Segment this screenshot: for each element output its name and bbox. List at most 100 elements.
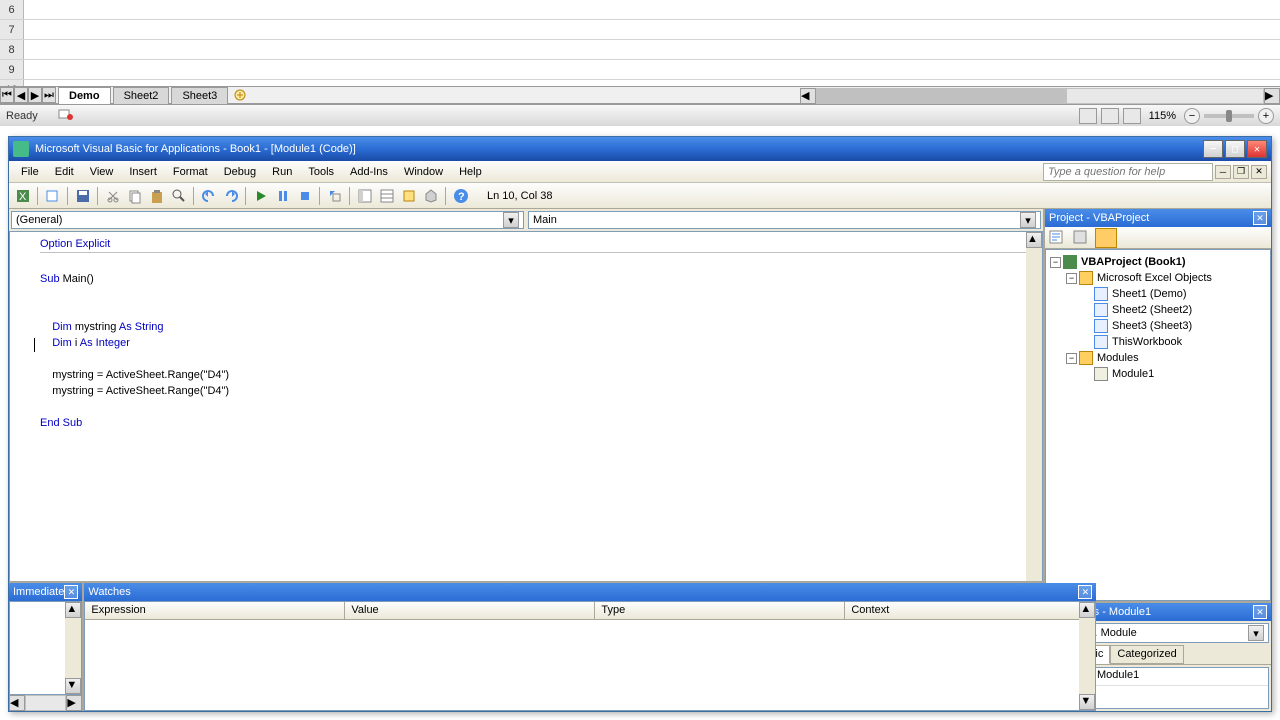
watches-column-header[interactable]: Expression (85, 602, 345, 619)
watches-vertical-scrollbar[interactable]: ▲▼ (1079, 602, 1095, 710)
redo-button[interactable] (221, 186, 241, 206)
maximize-button[interactable]: □ (1225, 140, 1245, 158)
menu-window[interactable]: Window (396, 163, 451, 181)
paste-button[interactable] (147, 186, 167, 206)
project-header[interactable]: Project - VBAProject ✕ (1045, 209, 1271, 227)
copy-button[interactable] (125, 186, 145, 206)
watches-close-button[interactable]: ✕ (1078, 585, 1092, 599)
watches-column-header[interactable]: Type (595, 602, 845, 619)
tree-collapse-icon[interactable]: − (1066, 353, 1077, 364)
help-search-input[interactable] (1043, 163, 1213, 181)
sheet-icon (1094, 303, 1108, 317)
menu-view[interactable]: View (82, 163, 122, 181)
tab-prev-button[interactable]: ◀ (14, 87, 28, 103)
toolbox-button[interactable] (421, 186, 441, 206)
mdi-restore-button[interactable]: ❐ (1233, 165, 1249, 179)
close-button[interactable]: ✕ (1247, 140, 1267, 158)
save-button[interactable] (73, 186, 93, 206)
tab-first-button[interactable]: ⏮ (0, 87, 14, 103)
row-header[interactable]: 9 (0, 60, 24, 79)
view-code-button[interactable] (1047, 228, 1069, 248)
tree-modules[interactable]: Modules (1095, 352, 1141, 364)
project-tree[interactable]: − VBAProject (Book1) − Microsoft Excel O… (1045, 249, 1271, 601)
object-dropdown[interactable]: (General) ▾ (11, 211, 524, 229)
menu-debug[interactable]: Debug (216, 163, 264, 181)
run-button[interactable] (251, 186, 271, 206)
menu-format[interactable]: Format (165, 163, 216, 181)
menu-insert[interactable]: Insert (121, 163, 165, 181)
zoom-percent[interactable]: 115% (1149, 110, 1176, 122)
view-layout-button[interactable] (1101, 108, 1119, 124)
watches-body[interactable]: ExpressionValueTypeContext ▲▼ (84, 601, 1096, 711)
undo-button[interactable] (199, 186, 219, 206)
immediate-header[interactable]: Immediate ✕ (9, 583, 82, 601)
cut-button[interactable] (103, 186, 123, 206)
properties-button[interactable] (377, 186, 397, 206)
watches-header[interactable]: Watches ✕ (84, 583, 1096, 601)
project-explorer-button[interactable] (355, 186, 375, 206)
tab-last-button[interactable]: ⏭ (42, 87, 56, 103)
immediate-vertical-scrollbar[interactable]: ▲▼ (65, 602, 81, 694)
tree-item[interactable]: Sheet2 (Sheet2) (1110, 304, 1194, 316)
view-object-button[interactable] (1071, 228, 1093, 248)
toggle-folders-button[interactable] (1095, 228, 1117, 248)
view-normal-button[interactable] (1079, 108, 1097, 124)
help-button[interactable]: ? (451, 186, 471, 206)
zoom-in-button[interactable]: + (1258, 108, 1274, 124)
immediate-body[interactable]: ▲▼ (9, 601, 82, 695)
tree-root[interactable]: VBAProject (Book1) (1079, 256, 1188, 268)
insert-dropdown-button[interactable] (43, 186, 63, 206)
minimize-button[interactable]: ─ (1203, 140, 1223, 158)
properties-tab[interactable]: Categorized (1110, 645, 1183, 664)
menu-help[interactable]: Help (451, 163, 490, 181)
design-mode-button[interactable] (325, 186, 345, 206)
mdi-minimize-button[interactable]: ─ (1215, 165, 1231, 179)
watches-panel: Watches ✕ ExpressionValueTypeContext ▲▼ (84, 583, 1096, 711)
excel-horizontal-scrollbar[interactable]: ◀ ▶ (800, 88, 1280, 104)
sheet-tab[interactable]: Sheet2 (113, 87, 170, 104)
object-browser-button[interactable] (399, 186, 419, 206)
menu-file[interactable]: File (13, 163, 47, 181)
find-button[interactable] (169, 186, 189, 206)
mdi-close-button[interactable]: ✕ (1251, 165, 1267, 179)
row-header[interactable]: 7 (0, 20, 24, 39)
svg-text:?: ? (458, 191, 465, 203)
zoom-out-button[interactable]: − (1184, 108, 1200, 124)
macro-record-icon[interactable] (58, 107, 74, 124)
tree-item[interactable]: ThisWorkbook (1110, 336, 1184, 348)
property-name-value[interactable]: Module1 (1093, 668, 1268, 685)
watches-column-header[interactable]: Context (845, 602, 1095, 619)
tree-collapse-icon[interactable]: − (1050, 257, 1061, 268)
watches-column-header[interactable]: Value (345, 602, 595, 619)
tree-item[interactable]: Sheet3 (Sheet3) (1110, 320, 1194, 332)
tab-next-button[interactable]: ▶ (28, 87, 42, 103)
project-close-button[interactable]: ✕ (1253, 211, 1267, 225)
menu-run[interactable]: Run (264, 163, 300, 181)
menu-tools[interactable]: Tools (300, 163, 342, 181)
tree-item[interactable]: Sheet1 (Demo) (1110, 288, 1189, 300)
procedure-dropdown-value: Main (533, 214, 557, 226)
row-header[interactable]: 8 (0, 40, 24, 59)
row-header[interactable]: 6 (0, 0, 24, 19)
view-excel-button[interactable]: X (13, 186, 33, 206)
zoom-slider[interactable] (1204, 114, 1254, 118)
sheet-tab[interactable]: Demo (58, 87, 111, 104)
tree-excel-objects[interactable]: Microsoft Excel Objects (1095, 272, 1214, 284)
reset-button[interactable] (295, 186, 315, 206)
procedure-dropdown[interactable]: Main ▾ (528, 211, 1041, 229)
sheet-tab[interactable]: Sheet3 (171, 87, 228, 104)
immediate-title: Immediate (13, 586, 64, 598)
text-cursor-icon (34, 338, 35, 352)
menu-add-ins[interactable]: Add-Ins (342, 163, 396, 181)
tree-item[interactable]: Module1 (1110, 368, 1156, 380)
menu-edit[interactable]: Edit (47, 163, 82, 181)
view-pagebreak-button[interactable] (1123, 108, 1141, 124)
watches-title: Watches (88, 586, 130, 598)
properties-close-button[interactable]: ✕ (1253, 605, 1267, 619)
immediate-close-button[interactable]: ✕ (64, 585, 78, 599)
break-button[interactable] (273, 186, 293, 206)
vbe-titlebar[interactable]: Microsoft Visual Basic for Applications … (9, 137, 1271, 161)
insert-sheet-button[interactable] (232, 88, 248, 102)
excel-status-bar: Ready 115% − + (0, 104, 1280, 126)
tree-collapse-icon[interactable]: − (1066, 273, 1077, 284)
